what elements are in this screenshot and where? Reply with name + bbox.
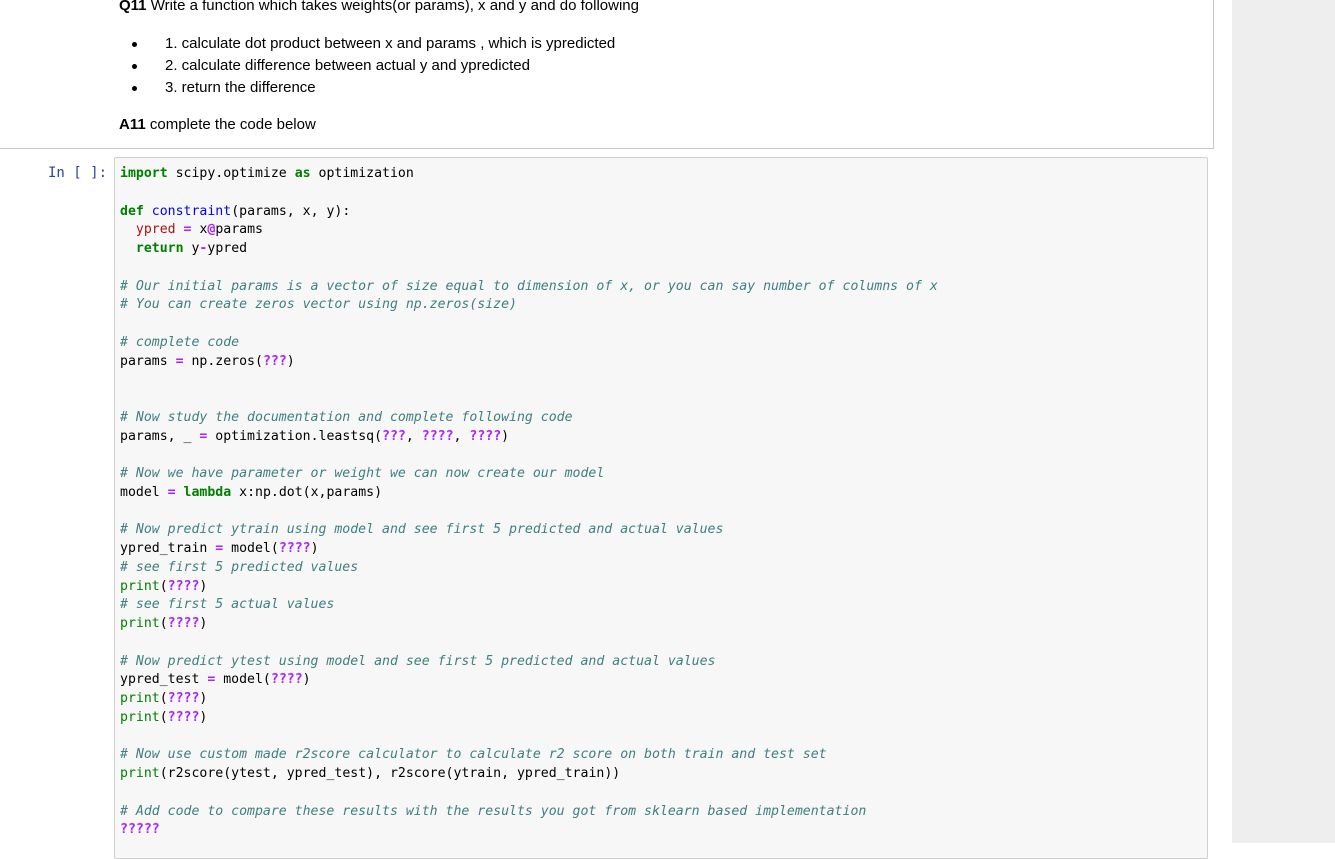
code-comment: # Our initial params is a vector of size… <box>120 278 938 294</box>
code-placeholder: ????? <box>120 822 160 838</box>
code-comment: # Now we have parameter or weight we can… <box>120 466 605 481</box>
code-token: ypred_test <box>120 672 208 688</box>
code-text[interactable]: import scipy.optimize as optimization de… <box>120 165 938 840</box>
code-token: ) <box>199 709 208 725</box>
code-placeholder: ???? <box>278 541 311 556</box>
code-token: print <box>120 709 160 725</box>
cell-prompt: In [ ]: <box>48 165 108 181</box>
code-token: print <box>120 616 160 631</box>
bullet-icon <box>132 42 137 47</box>
code-token: print <box>120 691 160 706</box>
code-placeholder: ???? <box>270 672 303 688</box>
code-token: def <box>120 203 144 219</box>
code-token: x:np.dot(x,params) <box>231 484 383 500</box>
code-comment: # see first 5 predicted values <box>120 559 359 575</box>
code-token: ) <box>286 353 295 369</box>
code-placeholder: ??? <box>382 428 406 444</box>
code-token: ypred_train <box>120 541 216 556</box>
code-token: optimization.leastsq( <box>207 428 383 444</box>
code-token: ) <box>199 616 208 631</box>
markdown-cell[interactable]: Q11 Write a function which takes weights… <box>0 0 1214 149</box>
code-token: lambda <box>183 484 232 500</box>
code-token: as <box>294 166 311 181</box>
code-token: ) <box>199 691 208 706</box>
code-token: print <box>120 766 160 781</box>
code-token: (params, x, y): <box>231 203 351 219</box>
code-placeholder: ???? <box>167 709 200 725</box>
code-token: (r2score(ytest, ypred_test), r2score(ytr… <box>159 766 621 781</box>
code-comment: # complete code <box>120 334 240 350</box>
code-token: return <box>135 241 184 256</box>
code-token: ( <box>159 691 168 706</box>
step-text: 3. return the difference <box>165 79 316 96</box>
code-token: = <box>167 484 176 500</box>
code-token: ) <box>501 428 510 444</box>
code-comment: # Now predict ytest using model and see … <box>120 653 716 669</box>
code-token: = <box>183 222 192 238</box>
step-text: 2. calculate difference between actual y… <box>165 57 530 74</box>
code-comment: # Add code to compare these results with… <box>120 803 867 819</box>
code-token: ) <box>302 672 311 688</box>
code-cell-editor[interactable]: import scipy.optimize as optimization de… <box>114 157 1208 859</box>
question-label: Q11 <box>119 0 147 14</box>
markdown-content: Q11 Write a function which takes weights… <box>119 0 1213 133</box>
code-token: = <box>175 353 184 369</box>
code-token: ( <box>159 709 168 725</box>
code-placeholder: ???? <box>167 578 200 594</box>
code-token: ( <box>159 578 168 594</box>
question-heading: Q11 Write a function which takes weights… <box>119 0 1213 13</box>
code-token: ( <box>159 616 168 631</box>
code-token: ypred <box>207 241 248 256</box>
code-placeholder: ???? <box>421 428 454 444</box>
code-comment: # You can create zeros vector using np.z… <box>120 297 517 313</box>
code-token: , <box>453 428 470 444</box>
answer-label: A11 <box>119 116 146 133</box>
code-token: model( <box>215 672 271 688</box>
code-token: scipy.optimize <box>167 166 295 181</box>
code-comment: # see first 5 actual values <box>120 597 335 613</box>
code-token: print <box>120 578 160 594</box>
notebook-right-gutter <box>1232 0 1335 843</box>
code-token: params, _ <box>120 428 200 444</box>
code-token: np.zeros( <box>183 353 263 369</box>
code-token: import <box>120 166 168 181</box>
code-placeholder: ???? <box>469 428 502 444</box>
code-token: x <box>191 222 208 238</box>
code-token: ) <box>310 541 319 556</box>
bullet-icon <box>132 64 137 69</box>
code-token: ypred <box>135 222 176 238</box>
step-text: 1. calculate dot product between x and p… <box>165 35 616 52</box>
code-token: params <box>215 222 263 238</box>
code-token: optimization <box>310 166 414 181</box>
code-token: ) <box>199 578 208 594</box>
code-token: params <box>120 353 176 369</box>
answer-text: complete the code below <box>149 116 316 133</box>
code-comment: # Now study the documentation and comple… <box>120 409 573 425</box>
code-placeholder: ???? <box>167 691 200 706</box>
code-comment: # Now predict ytrain using model and see… <box>120 522 724 538</box>
code-placeholder: ??? <box>262 353 287 369</box>
code-placeholder: ???? <box>167 616 200 631</box>
code-token: model( <box>223 541 279 556</box>
code-token: constraint <box>151 203 232 219</box>
code-token: , <box>405 428 422 444</box>
code-token: model <box>120 484 168 500</box>
code-token: y <box>183 241 200 256</box>
question-text: Write a function which takes weights(or … <box>150 0 639 14</box>
bullet-icon <box>132 86 137 91</box>
answer-heading: A11 complete the code below <box>119 116 316 133</box>
code-comment: # Now use custom made r2score calculator… <box>120 747 827 763</box>
